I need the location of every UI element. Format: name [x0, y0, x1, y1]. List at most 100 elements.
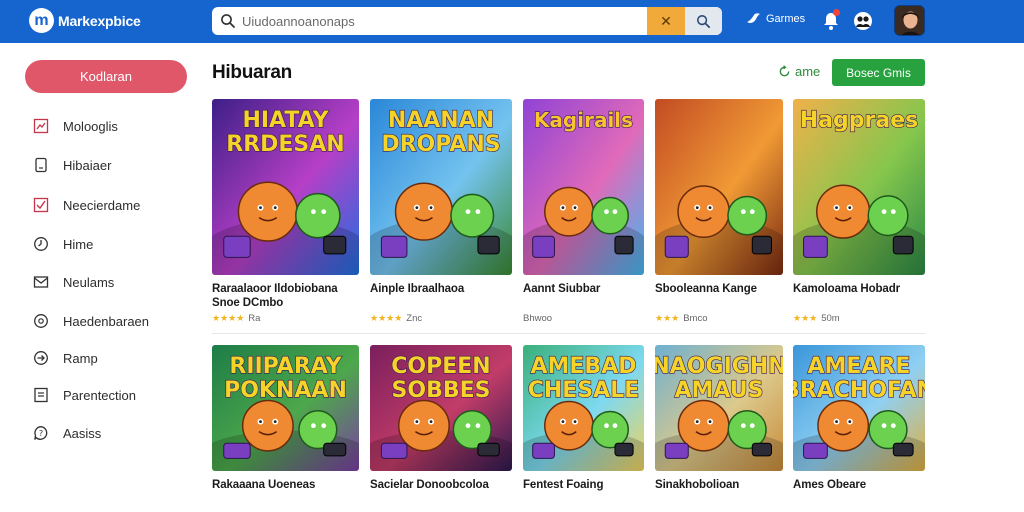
game-title-line: Sinakhobolioan	[655, 479, 740, 491]
game-thumbnail[interactable]: NAANAN DROPANS	[370, 99, 512, 275]
search-input[interactable]	[242, 7, 642, 35]
game-thumbnail[interactable]	[655, 99, 783, 275]
circle-icon	[34, 314, 48, 328]
sidebar-cta-button[interactable]: Kodlaran	[25, 60, 187, 93]
svg-text:Kagirails: Kagirails	[534, 108, 633, 132]
bird-icon	[747, 13, 760, 23]
game-meta-text: Ra	[248, 313, 261, 324]
game-rating: Bhwoo	[523, 313, 552, 324]
sidebar-item-label: Hime	[63, 236, 94, 252]
help-icon: ?	[34, 426, 48, 440]
game-thumbnail[interactable]: HIATAY RRDESAN	[212, 99, 359, 275]
game-link-label: ame	[795, 64, 821, 79]
sidebar-item-5[interactable]: Neulams	[33, 272, 114, 292]
game-title-line: Aannt Siubbar	[523, 283, 601, 295]
game-subtitle-line: Snoe DCmbo	[212, 297, 284, 309]
svg-text:COPEEN: COPEEN	[391, 354, 490, 379]
star-rating-icon: ★★★	[793, 313, 818, 323]
game-thumbnail[interactable]: AMEAREBRACHOFAN	[793, 345, 925, 471]
game-title[interactable]: Sinakhobolioan	[655, 478, 783, 492]
svg-text:CHESALE: CHESALE	[528, 378, 640, 403]
mail-icon	[33, 276, 49, 288]
game-rating: ★★★★ Ra	[212, 313, 260, 324]
search-submit-button[interactable]	[685, 7, 722, 35]
sidebar-item-label: Hibaiaer	[63, 157, 112, 173]
svg-text:?: ?	[39, 429, 43, 438]
sidebar-item-label: Neulams	[63, 274, 115, 290]
game-title-line: Raraalaoor Ildobiobana	[212, 283, 338, 295]
trend-icon	[33, 118, 49, 134]
star-rating-icon: ★★★	[655, 313, 680, 323]
game-title-line: Sbooleanna Kange	[655, 283, 757, 295]
game-thumbnail[interactable]: AMEBAD CHESALE	[523, 345, 644, 471]
sidebar-item-label: Neecierdame	[63, 197, 141, 213]
game-title[interactable]: Sacielar Donoobcoloa	[370, 478, 512, 492]
sidebar-item-7[interactable]: Ramp	[33, 348, 98, 368]
row-divider	[212, 333, 925, 334]
game-title[interactable]: Aannt Siubbar	[523, 282, 644, 296]
game-title-line: Ames Obeare	[793, 479, 867, 491]
game-meta-text: 50m	[821, 313, 840, 324]
notification-dot	[833, 9, 840, 16]
refresh-icon	[779, 65, 790, 77]
sidebar-item-4[interactable]: Hime	[33, 234, 93, 254]
page-title: Hibuaran	[212, 62, 292, 83]
game-title-line: Ainple Ibraalhaoa	[370, 283, 465, 295]
games-link[interactable]: Garmes	[746, 12, 805, 26]
game-title[interactable]: Raraalaoor Ildobiobana Snoe DCmbo	[212, 282, 359, 310]
primary-action-button[interactable]: Bosec Gmis	[832, 59, 925, 86]
close-icon: ✕	[660, 12, 672, 29]
logo-badge: m	[29, 8, 54, 33]
game-thumbnail[interactable]: COPEEN SOBBES	[370, 345, 512, 471]
app-logo[interactable]: m Markexpbice	[29, 8, 141, 33]
svg-text:BRACHOFAN: BRACHOFAN	[793, 378, 925, 403]
game-title[interactable]: Ainple Ibraalhaoa	[370, 282, 512, 296]
game-title[interactable]: Sbooleanna Kange	[655, 282, 783, 296]
svg-text:DROPANS: DROPANS	[381, 132, 500, 157]
game-thumbnail[interactable]: Kagirails	[523, 99, 644, 275]
game-title[interactable]: Kamoloama Hobadr	[793, 282, 925, 296]
game-thumbnail[interactable]: NAOGIGHN AMAUS	[655, 345, 783, 471]
game-link[interactable]: ame	[778, 64, 820, 79]
circle-arrow-icon	[34, 351, 48, 365]
game-title-line: Fentest Foaing	[523, 479, 604, 491]
sidebar-item-2[interactable]: Hibaiaer	[33, 155, 111, 175]
games-label: Garmes	[766, 13, 806, 25]
game-meta-text: Znc	[406, 313, 423, 324]
svg-text:POKNAAN: POKNAAN	[224, 378, 347, 403]
clear-search-button[interactable]: ✕	[647, 7, 685, 35]
user-avatar[interactable]	[894, 5, 925, 36]
users-icon[interactable]	[852, 11, 874, 31]
game-title[interactable]: Rakaaana Uoeneas	[212, 478, 359, 492]
game-title[interactable]: Ames Obeare	[793, 478, 925, 492]
game-rating: ★★★★ Znc	[370, 313, 422, 324]
sidebar-item-9[interactable]: ? Aasiss	[33, 423, 101, 443]
game-rating: ★★★ Bmco	[655, 313, 708, 324]
top-bar: m Markexpbice ✕ Garmes	[0, 0, 1024, 43]
svg-text:AMEBAD: AMEBAD	[530, 354, 636, 379]
game-title[interactable]: Fentest Foaing	[523, 478, 644, 492]
game-meta-text: Bmco	[683, 313, 708, 324]
document-icon	[35, 157, 47, 173]
sidebar-item-8[interactable]: Parentection	[33, 385, 136, 405]
star-rating-icon: ★★★★	[212, 313, 245, 323]
search-icon	[221, 14, 235, 28]
game-title-line: Sacielar Donoobcoloa	[370, 479, 489, 491]
search-icon	[696, 14, 711, 28]
game-thumbnail[interactable]: RIIPARAY POKNAAN	[212, 345, 359, 471]
sidebar-item-6[interactable]: Haedenbaraen	[33, 311, 149, 331]
sidebar-item-1[interactable]: Molooglis	[33, 116, 118, 136]
sidebar-item-label: Aasiss	[63, 425, 102, 441]
star-rating-icon: ★★★★	[370, 313, 403, 323]
svg-text:AMEARE: AMEARE	[808, 354, 911, 379]
game-thumbnail[interactable]: Hagpraes	[793, 99, 925, 275]
svg-text:NAOGIGHN: NAOGIGHN	[655, 354, 783, 379]
sidebar-item-3[interactable]: Neecierdame	[33, 195, 140, 215]
clock-icon	[34, 237, 48, 251]
check-square-icon	[33, 197, 49, 213]
svg-text:AMAUS: AMAUS	[675, 378, 764, 403]
svg-text:SOBBES: SOBBES	[392, 378, 491, 403]
svg-text:NAANAN: NAANAN	[388, 108, 494, 133]
game-title-line: Kamoloama Hobadr	[793, 283, 901, 295]
game-rating: ★★★ 50m	[793, 313, 840, 324]
